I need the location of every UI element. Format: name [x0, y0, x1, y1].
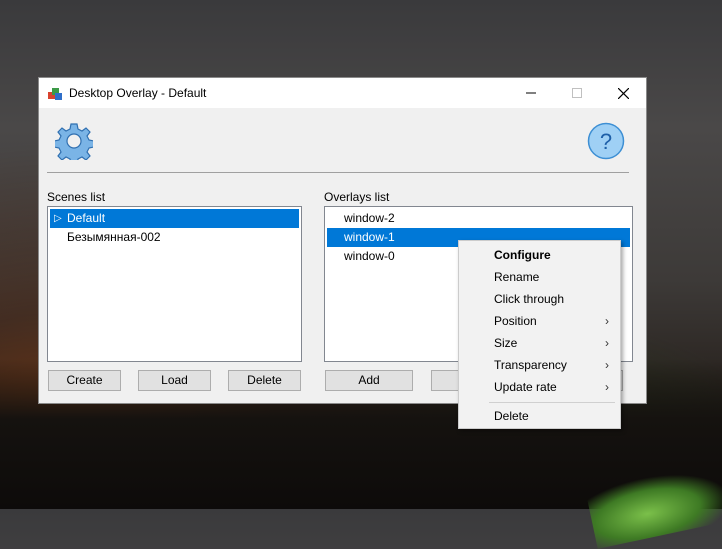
scene-item-default[interactable]: ▷ Default: [50, 209, 299, 228]
submenu-arrow-icon: ›: [605, 336, 609, 350]
submenu-arrow-icon: ›: [605, 314, 609, 328]
overlay-item-window-2[interactable]: window-2: [327, 209, 630, 228]
overlays-list-label: Overlays list: [324, 190, 390, 204]
scenes-list-label: Scenes list: [47, 190, 106, 204]
menu-item-label: Click through: [494, 292, 565, 306]
overlay-button-partially-hidden[interactable]: [431, 370, 461, 391]
window-title: Desktop Overlay - Default: [69, 86, 207, 100]
app-icon: [48, 88, 62, 100]
minimize-icon: [526, 92, 536, 94]
create-scene-button[interactable]: Create: [48, 370, 121, 391]
play-marker-icon: ▷: [54, 213, 62, 224]
menu-item-click-through[interactable]: Click through: [460, 288, 619, 310]
scene-item-label: Безымянная-002: [67, 230, 161, 244]
overlay-context-menu: Configure Rename Click through Position …: [458, 240, 621, 429]
help-glyph: ?: [600, 129, 612, 154]
overlay-item-label: window-1: [344, 230, 395, 244]
maximize-icon: [572, 88, 582, 98]
scene-item-unnamed-002[interactable]: Безымянная-002: [50, 228, 299, 247]
scenes-listbox[interactable]: ▷ Default Безымянная-002: [47, 206, 302, 362]
menu-item-label: Delete: [494, 409, 529, 423]
scene-item-label: Default: [67, 211, 106, 225]
menu-item-transparency[interactable]: Transparency ›: [460, 354, 619, 376]
overlay-item-label: window-0: [344, 249, 395, 263]
close-button[interactable]: [600, 78, 646, 108]
minimize-button[interactable]: [508, 78, 554, 108]
menu-item-delete[interactable]: Delete: [460, 405, 619, 427]
menu-item-size[interactable]: Size ›: [460, 332, 619, 354]
title-bar[interactable]: Desktop Overlay - Default: [39, 78, 646, 108]
add-overlay-button[interactable]: Add: [325, 370, 413, 391]
maximize-button[interactable]: [554, 78, 600, 108]
menu-item-label: Position: [494, 314, 537, 328]
overlay-item-label: window-2: [344, 211, 395, 225]
submenu-arrow-icon: ›: [605, 380, 609, 394]
close-icon: [617, 87, 629, 99]
menu-item-label: Configure: [494, 248, 551, 262]
menu-item-label: Rename: [494, 270, 540, 284]
delete-scene-button[interactable]: Delete: [228, 370, 301, 391]
menu-item-label: Size: [494, 336, 518, 350]
settings-gear-icon[interactable]: [55, 122, 93, 160]
menu-separator: [489, 402, 615, 403]
menu-item-label: Transparency: [494, 358, 567, 372]
menu-item-rename[interactable]: Rename: [460, 266, 619, 288]
toolbar-divider: [47, 172, 629, 173]
menu-item-label: Update rate: [494, 380, 557, 394]
menu-item-position[interactable]: Position ›: [460, 310, 619, 332]
load-scene-button[interactable]: Load: [138, 370, 211, 391]
menu-item-configure[interactable]: Configure: [460, 244, 619, 266]
submenu-arrow-icon: ›: [605, 358, 609, 372]
menu-item-update-rate[interactable]: Update rate ›: [460, 376, 619, 398]
help-icon[interactable]: ?: [587, 122, 625, 160]
